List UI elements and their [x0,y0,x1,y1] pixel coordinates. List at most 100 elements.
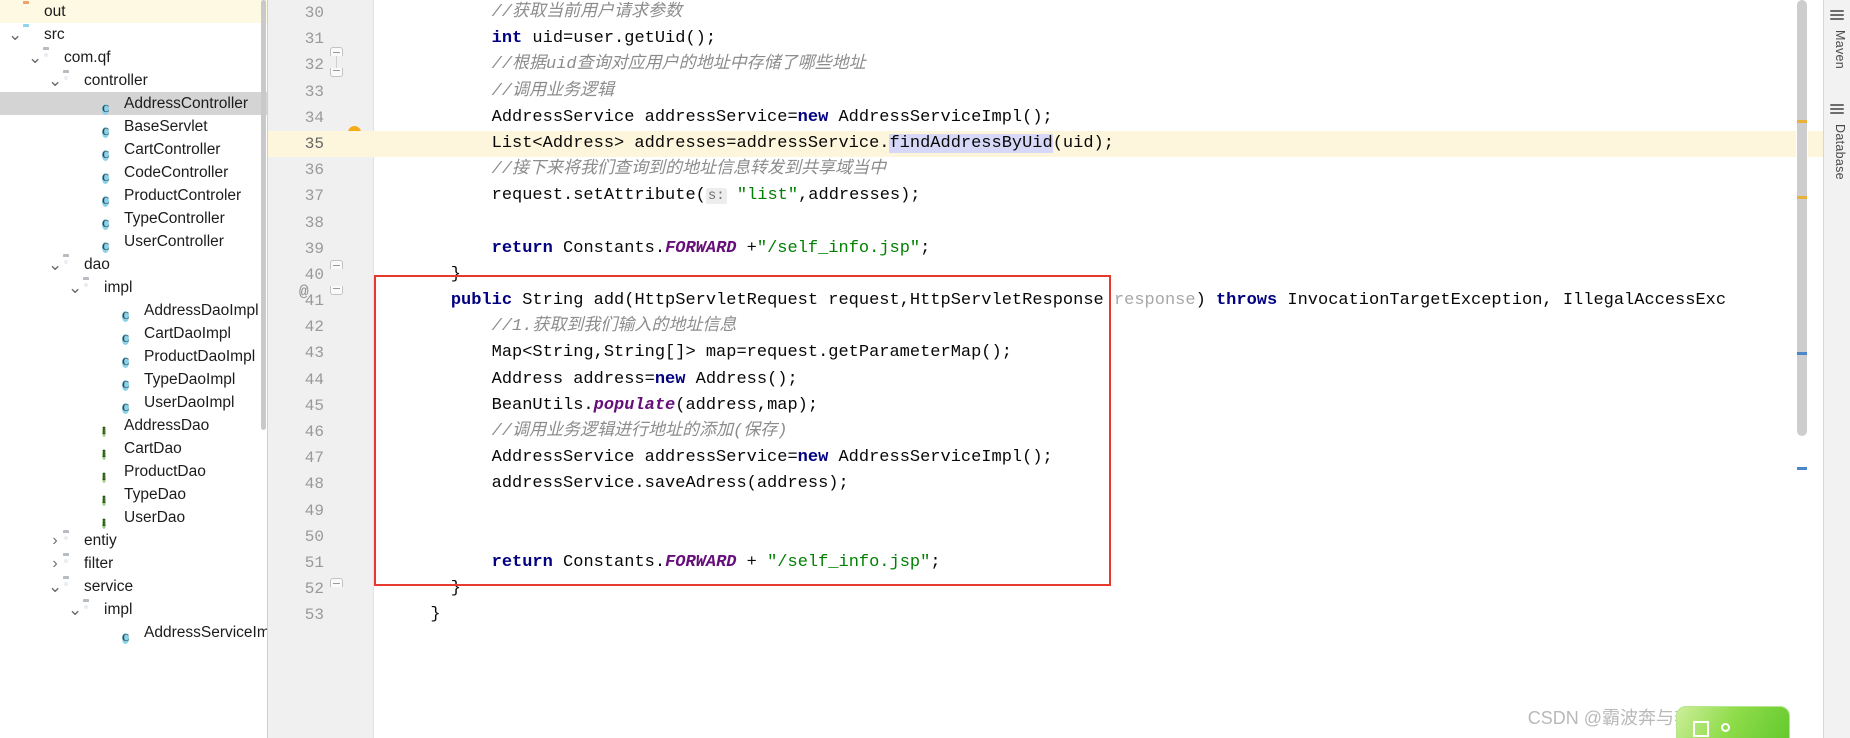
code-text: int uid=user.getUid(); [491,29,717,49]
code-line[interactable]: 49 [268,498,1850,524]
code-line[interactable]: 48 addressService.saveAdress(address); [268,471,1850,497]
tree-item-label: out [44,3,66,20]
tree-item-typecontroller[interactable]: C TypeController [0,207,268,230]
java-class-icon: C [122,380,130,391]
tree-item-label: ProductControler [124,187,242,204]
tool-window-database[interactable]: Database [1833,124,1847,180]
tree-item-productcontroler[interactable]: C ProductControler [0,184,268,207]
tree-item-label: impl [104,601,133,618]
tree-item-typedaoimpl[interactable]: C TypeDaoImpl [0,368,268,391]
code-line[interactable]: 33 //调用业务逻辑 [268,79,1850,105]
tree-item-com-qf[interactable]: ⌄ com.qf [0,46,268,69]
tree-item-codecontroller[interactable]: C CodeController [0,161,268,184]
database-icon[interactable] [1830,104,1844,116]
code-line[interactable]: 51 return Constants.FORWARD + "/self_inf… [268,550,1850,576]
project-tree-panel[interactable]: out ⌄ src ⌄ com.qf ⌄ controller C AddressControl… [0,0,268,738]
code-line[interactable]: 37 request.setAttribute(s: "list",addres… [268,183,1850,209]
right-tool-window-bar[interactable]: Maven Database [1823,0,1850,738]
code-line[interactable]: 47 AddressService addressService=new Add… [268,445,1850,471]
scrollbar-info-marker[interactable] [1797,352,1807,355]
tool-window-maven[interactable]: Maven [1833,30,1847,69]
tree-item-typedao[interactable]: I TypeDao [0,483,268,506]
code-line[interactable]: 50 [268,524,1850,550]
code-line[interactable]: 39 return Constants.FORWARD +"/self_info… [268,236,1850,262]
tree-item-label: controller [84,72,148,89]
chevron-down-icon[interactable]: ⌄ [68,601,82,618]
code-line[interactable]: 31 int uid=user.getUid(); [268,26,1850,52]
code-lines[interactable]: 30 //获取当前用户请求参数 31 int uid=user.getUid();… [268,0,1850,629]
java-class-icon: C [122,311,130,322]
code-line[interactable]: 42 //1.获取到我们输入的地址信息 [268,314,1850,340]
java-class-icon: C [122,334,130,345]
scrollbar-warning-marker[interactable] [1797,196,1807,199]
code-line[interactable]: 38 [268,210,1850,236]
tree-item-productdao[interactable]: I ProductDao [0,460,268,483]
tree-item-userdaoimpl[interactable]: C UserDaoImpl [0,391,268,414]
java-class-icon: C [102,127,110,138]
tree-item-addressdao[interactable]: I AddressDao [0,414,268,437]
tree-item-cartdao[interactable]: I CartDao [0,437,268,460]
tree-item-cartcontroller[interactable]: C CartController [0,138,268,161]
tree-item-filter[interactable]: › filter [0,552,268,575]
code-text: //调用业务逻辑进行地址的添加(保存) [491,422,788,441]
chevron-down-icon[interactable]: ⌄ [28,49,42,66]
code-line[interactable]: 46 //调用业务逻辑进行地址的添加(保存) [268,419,1850,445]
chevron-down-icon[interactable]: ⌄ [8,26,22,43]
tree-item-userdao[interactable]: I UserDao [0,506,268,529]
line-number: 45 [304,396,324,415]
tree-item-addressserviceimpl[interactable]: C AddressServiceImpl [0,621,268,644]
tree-item-impl[interactable]: ⌄ impl [0,598,268,621]
code-line[interactable]: 32 //根据uid查询对应用户的地址中存储了哪些地址 [268,52,1850,78]
code-line[interactable]: 43 Map<String,String[]> map=request.getP… [268,340,1850,366]
java-class-icon: C [102,196,110,207]
tree-item-entiy[interactable]: › entiy [0,529,268,552]
scrollbar-info-marker[interactable] [1797,467,1807,470]
tree-item-dao[interactable]: ⌄ dao [0,253,268,276]
scrollbar-warning-marker[interactable] [1797,120,1807,123]
tree-item-label: AddressDao [124,417,210,434]
project-tree-scrollbar[interactable] [261,0,266,430]
tree-item-label: service [84,578,134,595]
java-class-icon: C [102,104,110,115]
chevron-down-icon[interactable]: ⌄ [68,279,82,296]
tree-item-impl[interactable]: ⌄ impl [0,276,268,299]
line-number: 53 [304,606,324,625]
code-line[interactable]: 53 } [268,602,1850,628]
code-line[interactable]: 52 } [268,576,1850,602]
package-icon [62,555,79,572]
tree-item-baseservlet[interactable]: C BaseServlet [0,115,268,138]
tree-item-service[interactable]: ⌄ service [0,575,268,598]
tree-item-addressdaoimpl[interactable]: C AddressDaoImpl [0,299,268,322]
folder-icon [22,3,39,20]
code-line[interactable]: 40 } [268,262,1850,288]
tree-item-label: AddressDaoImpl [144,302,259,319]
code-line[interactable]: 41 public String add(HttpServletRequest … [268,288,1850,314]
tree-item-controller[interactable]: ⌄ controller [0,69,268,92]
tree-item-out[interactable]: out [0,0,268,23]
code-line[interactable]: 45 BeanUtils.populate(address,map); [268,393,1850,419]
tree-item-src[interactable]: ⌄ src [0,23,268,46]
line-number: 35 [304,134,324,153]
tree-item-productdaoimpl[interactable]: C ProductDaoImpl [0,345,268,368]
code-text: return Constants.FORWARD +"/self_info.js… [491,238,931,258]
tree-item-label: AddressController [124,95,249,112]
code-line[interactable]: 34 AddressService addressService=new Add… [268,105,1850,131]
chevron-down-icon[interactable]: ⌄ [48,72,62,89]
tree-item-addresscontroller[interactable]: C AddressController [0,92,268,115]
code-line[interactable]: 36 //接下来将我们查询到的地址信息转发到共享域当中 [268,157,1850,183]
chevron-right-icon[interactable]: › [48,529,62,552]
chevron-right-icon[interactable]: › [48,552,62,575]
chevron-down-icon[interactable]: ⌄ [48,578,62,595]
code-line[interactable]: 44 Address address=new Address(); [268,367,1850,393]
code-editor[interactable]: @ 30 //获取当前用户请求参数 31 int uid=user.getUid(… [268,0,1850,738]
tree-item-usercontroller[interactable]: C UserController [0,230,268,253]
chevron-down-icon[interactable]: ⌄ [48,256,62,273]
editor-scrollbar-thumb[interactable] [1797,0,1807,436]
maven-icon[interactable] [1830,10,1844,22]
code-line[interactable]: 35 List<Address> addresses=addressServic… [268,130,1850,158]
tree-item-label: UserDao [124,509,186,526]
code-line[interactable]: 30 //获取当前用户请求参数 [268,0,1850,26]
code-text: addressService.saveAdress(address); [410,474,849,494]
tree-item-label: CartController [124,141,221,158]
tree-item-cartdaoimpl[interactable]: C CartDaoImpl [0,322,268,345]
